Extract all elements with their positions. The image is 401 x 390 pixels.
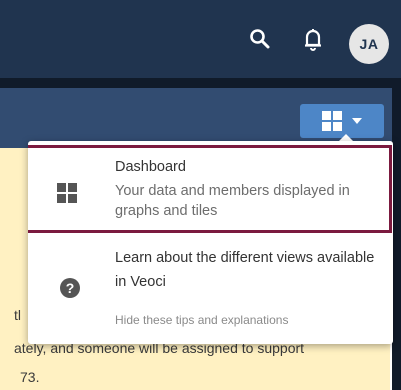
dashboard-icon	[57, 183, 77, 203]
learn-views-tip: ? Learn about the different views availa…	[28, 239, 393, 339]
learn-views-text: Learn about the different views availabl…	[115, 250, 375, 290]
view-tips-popover: Dashboard Your data and members displaye…	[28, 141, 393, 344]
right-edge	[392, 78, 401, 390]
bell-icon[interactable]	[300, 26, 326, 52]
dashboard-description: Your data and members displayed in graph…	[115, 183, 350, 219]
hide-tips-link[interactable]: Hide these tips and explanations	[115, 313, 288, 327]
top-nav-bar: JA	[0, 0, 401, 78]
nav-divider	[0, 78, 401, 88]
search-icon[interactable]	[247, 26, 273, 52]
chevron-down-icon	[352, 118, 362, 124]
view-switcher-button[interactable]	[300, 104, 384, 138]
notice-text-line: tl	[14, 307, 21, 323]
dashboard-option[interactable]: Dashboard Your data and members displaye…	[28, 145, 392, 233]
dashboard-title: Dashboard	[115, 159, 186, 175]
dashboard-grid-icon	[322, 111, 342, 131]
notice-text-line: 73.	[20, 369, 40, 385]
user-avatar[interactable]: JA	[349, 24, 389, 64]
help-icon: ?	[60, 278, 80, 298]
